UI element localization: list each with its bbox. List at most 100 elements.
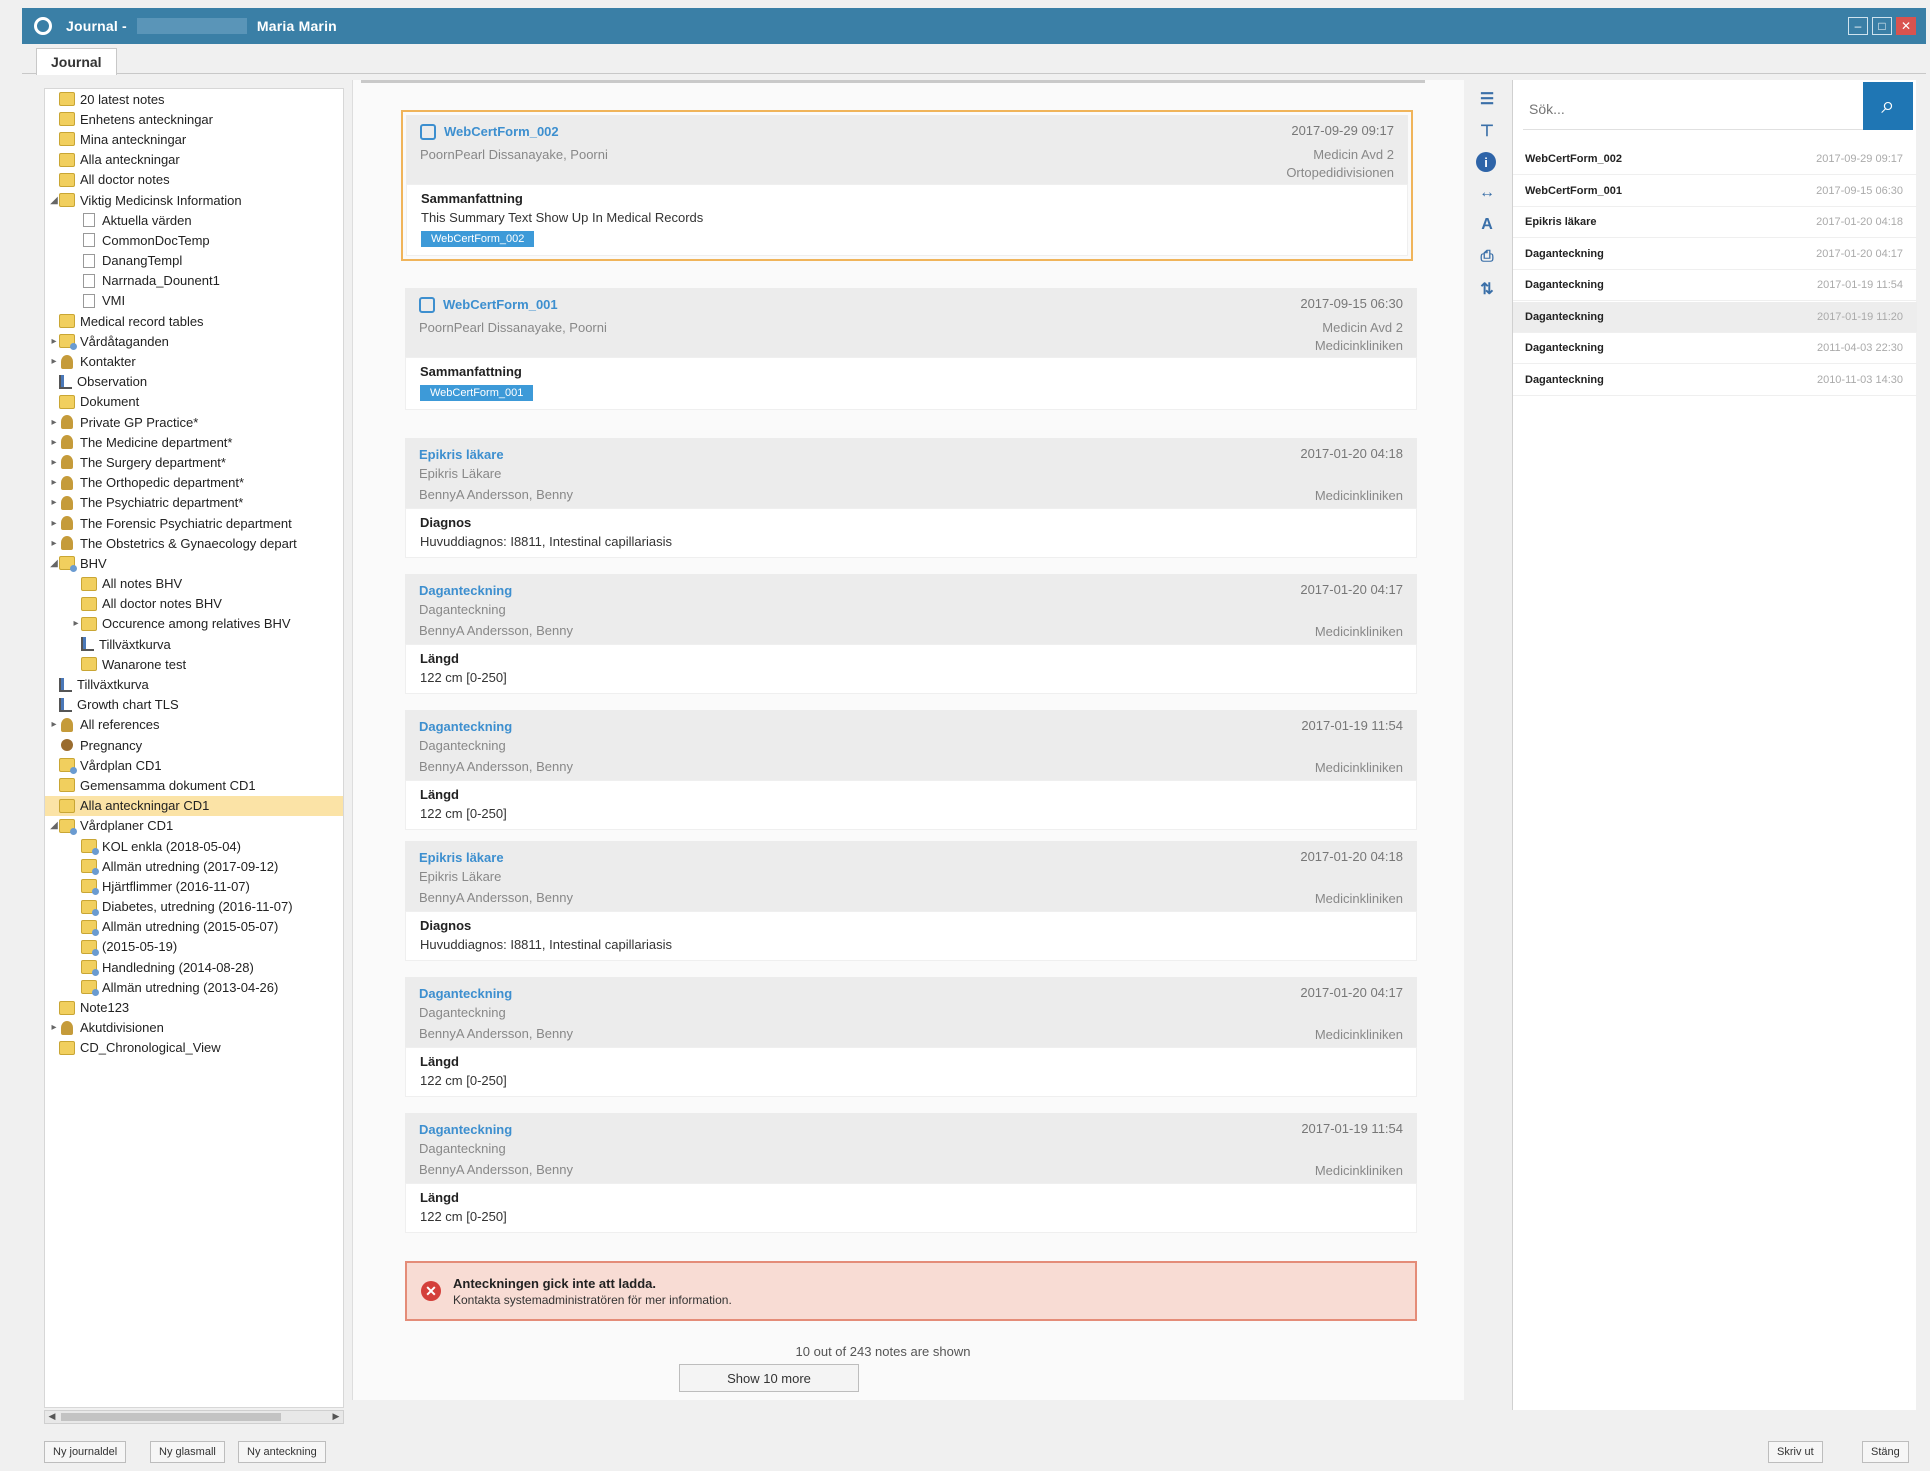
- tree-item[interactable]: CommonDocTemp: [45, 230, 343, 250]
- search-input[interactable]: [1523, 88, 1863, 130]
- expand-toggle-icon[interactable]: ▸: [49, 437, 59, 448]
- show-more-button[interactable]: Show 10 more: [679, 1364, 859, 1392]
- info-icon[interactable]: i: [1476, 152, 1496, 172]
- tree-item[interactable]: 20 latest notes: [45, 89, 343, 109]
- note-card[interactable]: WebCertForm_002 2017-09-29 09:17 PoornPear…: [401, 110, 1413, 261]
- tree-item[interactable]: ◢ BHV: [45, 553, 343, 573]
- expand-toggle-icon[interactable]: ◢: [49, 558, 59, 569]
- tree-item[interactable]: ▸ Kontakter: [45, 351, 343, 371]
- tree-item[interactable]: Hjärtflimmer (2016-11-07): [45, 876, 343, 896]
- tree-item[interactable]: KOL enkla (2018-05-04): [45, 836, 343, 856]
- filter-icon[interactable]: ⊤: [1476, 120, 1498, 142]
- expand-toggle-icon[interactable]: ▸: [49, 518, 59, 529]
- tree-item[interactable]: Wanarone test: [45, 654, 343, 674]
- close-button[interactable]: Stäng: [1862, 1441, 1909, 1463]
- note-index-row[interactable]: Daganteckning 2017-01-19 11:54: [1513, 270, 1917, 301]
- note-title[interactable]: WebCertForm_002: [444, 124, 559, 139]
- note-card[interactable]: Daganteckning 2017-01-19 11:54 Daganteckni…: [405, 710, 1417, 830]
- close-icon[interactable]: ✕: [1896, 17, 1916, 35]
- tree-item[interactable]: Diabetes, utredning (2016-11-07): [45, 897, 343, 917]
- note-index-row[interactable]: WebCertForm_001 2017-09-15 06:30: [1513, 176, 1917, 207]
- new-template-button[interactable]: Ny glasmall: [150, 1441, 225, 1463]
- expand-toggle-icon[interactable]: ◢: [49, 195, 59, 206]
- note-index-row[interactable]: Epikris läkare 2017-01-20 04:18: [1513, 207, 1917, 238]
- tree-item[interactable]: Enhetens anteckningar: [45, 109, 343, 129]
- tree-item[interactable]: VMI: [45, 291, 343, 311]
- tree-item[interactable]: ▸ The Orthopedic department*: [45, 473, 343, 493]
- expand-toggle-icon[interactable]: ▸: [49, 1022, 59, 1033]
- maximize-icon[interactable]: □: [1872, 17, 1892, 35]
- note-title[interactable]: Epikris läkare: [419, 850, 504, 865]
- print-icon[interactable]: ⎙: [1476, 246, 1498, 268]
- note-card[interactable]: Epikris läkare 2017-01-20 04:18 Epikris Lä…: [405, 841, 1417, 961]
- tree-item[interactable]: Growth chart TLS: [45, 695, 343, 715]
- scroll-right-icon[interactable]: ▶: [329, 1411, 343, 1423]
- minimize-icon[interactable]: –: [1848, 17, 1868, 35]
- expand-toggle-icon[interactable]: ▸: [49, 417, 59, 428]
- tree-item[interactable]: All notes BHV: [45, 574, 343, 594]
- note-attachment-tag[interactable]: WebCertForm_002: [421, 231, 535, 247]
- scroll-left-icon[interactable]: ◀: [45, 1411, 59, 1423]
- note-index-row[interactable]: Daganteckning 2017-01-20 04:17: [1513, 239, 1917, 270]
- tree-item[interactable]: ▸ Private GP Practice*: [45, 412, 343, 432]
- note-card[interactable]: Epikris läkare 2017-01-20 04:18 Epikris Lä…: [405, 438, 1417, 558]
- tree-item[interactable]: ▸ The Obstetrics & Gynaecology depart: [45, 533, 343, 553]
- expand-toggle-icon[interactable]: ◢: [49, 820, 59, 831]
- note-index-row[interactable]: Daganteckning 2010-11-03 14:30: [1513, 365, 1917, 396]
- expand-toggle-icon[interactable]: ▸: [49, 497, 59, 508]
- new-journal-button[interactable]: Ny journaldel: [44, 1441, 127, 1463]
- tree-item[interactable]: Handledning (2014-08-28): [45, 957, 343, 977]
- note-index-row[interactable]: Daganteckning 2017-01-19 11:20: [1513, 301, 1917, 333]
- tree-item[interactable]: (2015-05-19): [45, 937, 343, 957]
- note-title[interactable]: Epikris läkare: [419, 447, 504, 462]
- expand-toggle-icon[interactable]: ▸: [49, 538, 59, 549]
- scroll-thumb[interactable]: [61, 1413, 281, 1421]
- tree-item[interactable]: Gemensamma dokument CD1: [45, 775, 343, 795]
- tree-item[interactable]: ▸ The Psychiatric department*: [45, 493, 343, 513]
- tree-item[interactable]: ▸ Occurence among relatives BHV: [45, 614, 343, 634]
- tree-item[interactable]: ▸ The Medicine department*: [45, 432, 343, 452]
- tree-horizontal-scrollbar[interactable]: ◀ ▶: [44, 1410, 344, 1424]
- note-index-row[interactable]: WebCertForm_002 2017-09-29 09:17: [1513, 144, 1917, 175]
- tree-item[interactable]: Alla anteckningar CD1: [45, 795, 343, 816]
- tree-item[interactable]: All doctor notes: [45, 170, 343, 190]
- expand-toggle-icon[interactable]: ▸: [49, 356, 59, 367]
- expand-toggle-icon[interactable]: ▸: [49, 336, 59, 347]
- tree-item[interactable]: Allmän utredning (2017-09-12): [45, 856, 343, 876]
- tree-item[interactable]: ▸ Vårdåtaganden: [45, 331, 343, 351]
- tree-item[interactable]: Vårdplan CD1: [45, 755, 343, 775]
- note-title[interactable]: Daganteckning: [419, 719, 512, 734]
- tree-item[interactable]: Allmän utredning (2015-05-07): [45, 917, 343, 937]
- collapse-icon[interactable]: ↔: [1476, 182, 1498, 204]
- tree-item[interactable]: DanangTempl: [45, 251, 343, 271]
- note-card[interactable]: Daganteckning 2017-01-20 04:17 Daganteckni…: [405, 977, 1417, 1097]
- tree-item[interactable]: CD_Chronological_View: [45, 1038, 343, 1058]
- note-card[interactable]: Daganteckning 2017-01-20 04:17 Daganteckni…: [405, 574, 1417, 694]
- note-index-row[interactable]: Daganteckning 2011-04-03 22:30: [1513, 333, 1917, 364]
- print-button[interactable]: Skriv ut: [1768, 1441, 1823, 1463]
- tree-item[interactable]: ▸ The Forensic Psychiatric department: [45, 513, 343, 533]
- tree-item[interactable]: Observation: [45, 372, 343, 392]
- expand-toggle-icon[interactable]: ▸: [49, 457, 59, 468]
- tree-item[interactable]: ▸ All references: [45, 715, 343, 735]
- tree-item[interactable]: ◢ Viktig Medicinsk Information: [45, 190, 343, 210]
- tree-item[interactable]: Pregnancy: [45, 735, 343, 755]
- note-title[interactable]: WebCertForm_001: [443, 297, 558, 312]
- tree-item[interactable]: Mina anteckningar: [45, 129, 343, 149]
- tree-item[interactable]: Tillväxtkurva: [45, 634, 343, 654]
- note-title[interactable]: Daganteckning: [419, 986, 512, 1001]
- note-card[interactable]: WebCertForm_001 2017-09-15 06:30 PoornPear…: [405, 288, 1417, 410]
- note-card[interactable]: Daganteckning 2017-01-19 11:54 Daganteckni…: [405, 1113, 1417, 1233]
- note-attachment-tag[interactable]: WebCertForm_001: [420, 385, 534, 401]
- tree-item[interactable]: ▸ The Surgery department*: [45, 452, 343, 472]
- tree-item[interactable]: ▸ Akutdivisionen: [45, 1018, 343, 1038]
- tree-item[interactable]: Allmän utredning (2013-04-26): [45, 977, 343, 997]
- tree-item[interactable]: Alla anteckningar: [45, 150, 343, 170]
- tree-item[interactable]: All doctor notes BHV: [45, 594, 343, 614]
- tree-item[interactable]: Medical record tables: [45, 311, 343, 331]
- tree-item[interactable]: Tillväxtkurva: [45, 674, 343, 694]
- sort-icon[interactable]: ⇅: [1476, 278, 1498, 300]
- tree-item[interactable]: Note123: [45, 997, 343, 1017]
- tree-item[interactable]: Dokument: [45, 392, 343, 412]
- search-icon[interactable]: ⌕: [1863, 82, 1913, 130]
